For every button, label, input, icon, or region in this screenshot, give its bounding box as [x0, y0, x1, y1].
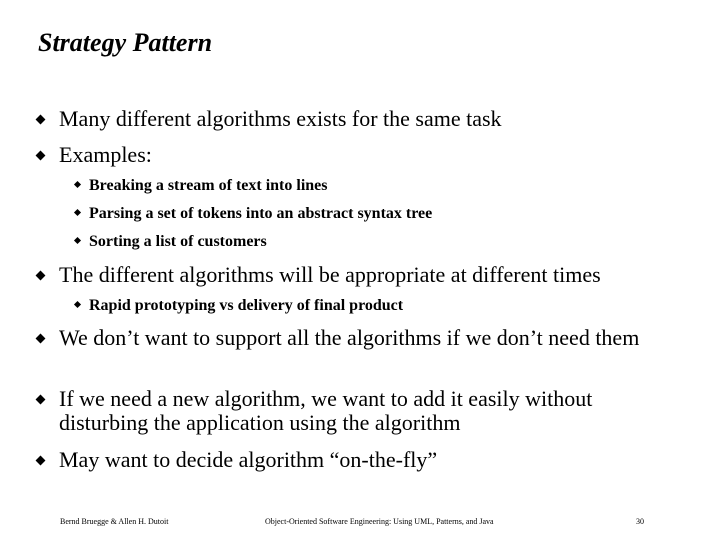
sub-bullet-item: Breaking a stream of text into lines [73, 176, 328, 196]
bullet-item: Many different algorithms exists for the… [35, 106, 679, 131]
bullet-text: Examples: [59, 142, 152, 167]
bullet-item: If we need a new algorithm, we want to a… [35, 386, 659, 435]
bullet-item: We don’t want to support all the algorit… [35, 325, 659, 350]
bullet-item: The different algorithms will be appropr… [35, 262, 679, 287]
diamond-bullet-icon [73, 295, 82, 315]
footer-page-number: 30 [636, 517, 644, 526]
sub-bullet-text: Rapid prototyping vs delivery of final p… [89, 297, 404, 314]
sub-bullet-item: Sorting a list of customers [73, 232, 267, 252]
diamond-bullet-icon [35, 143, 46, 167]
diamond-bullet-icon [73, 231, 82, 251]
sub-bullet-text: Sorting a list of customers [89, 233, 267, 250]
diamond-bullet-icon [73, 175, 82, 195]
footer-authors: Bernd Bruegge & Allen H. Dutoit [60, 517, 169, 526]
bullet-text: The different algorithms will be appropr… [59, 262, 601, 287]
diamond-bullet-icon [73, 203, 82, 223]
sub-bullet-item: Rapid prototyping vs delivery of final p… [73, 296, 404, 316]
diamond-bullet-icon [35, 326, 46, 350]
bullet-text: We don’t want to support all the algorit… [59, 325, 640, 350]
footer-book-title: Object-Oriented Software Engineering: Us… [265, 517, 494, 526]
bullet-text: May want to decide algorithm “on-the-fly… [59, 447, 438, 472]
sub-bullet-text: Breaking a stream of text into lines [89, 177, 328, 194]
slide-title: Strategy Pattern [38, 28, 213, 57]
bullet-text: Many different algorithms exists for the… [59, 106, 502, 131]
bullet-item: Examples: [35, 142, 679, 167]
sub-bullet-text: Parsing a set of tokens into an abstract… [89, 205, 433, 222]
diamond-bullet-icon [35, 448, 46, 472]
bullet-item: May want to decide algorithm “on-the-fly… [35, 447, 679, 472]
diamond-bullet-icon [35, 263, 46, 287]
diamond-bullet-icon [35, 107, 46, 131]
bullet-text: If we need a new algorithm, we want to a… [59, 386, 593, 435]
diamond-bullet-icon [35, 387, 46, 411]
sub-bullet-item: Parsing a set of tokens into an abstract… [73, 204, 433, 224]
